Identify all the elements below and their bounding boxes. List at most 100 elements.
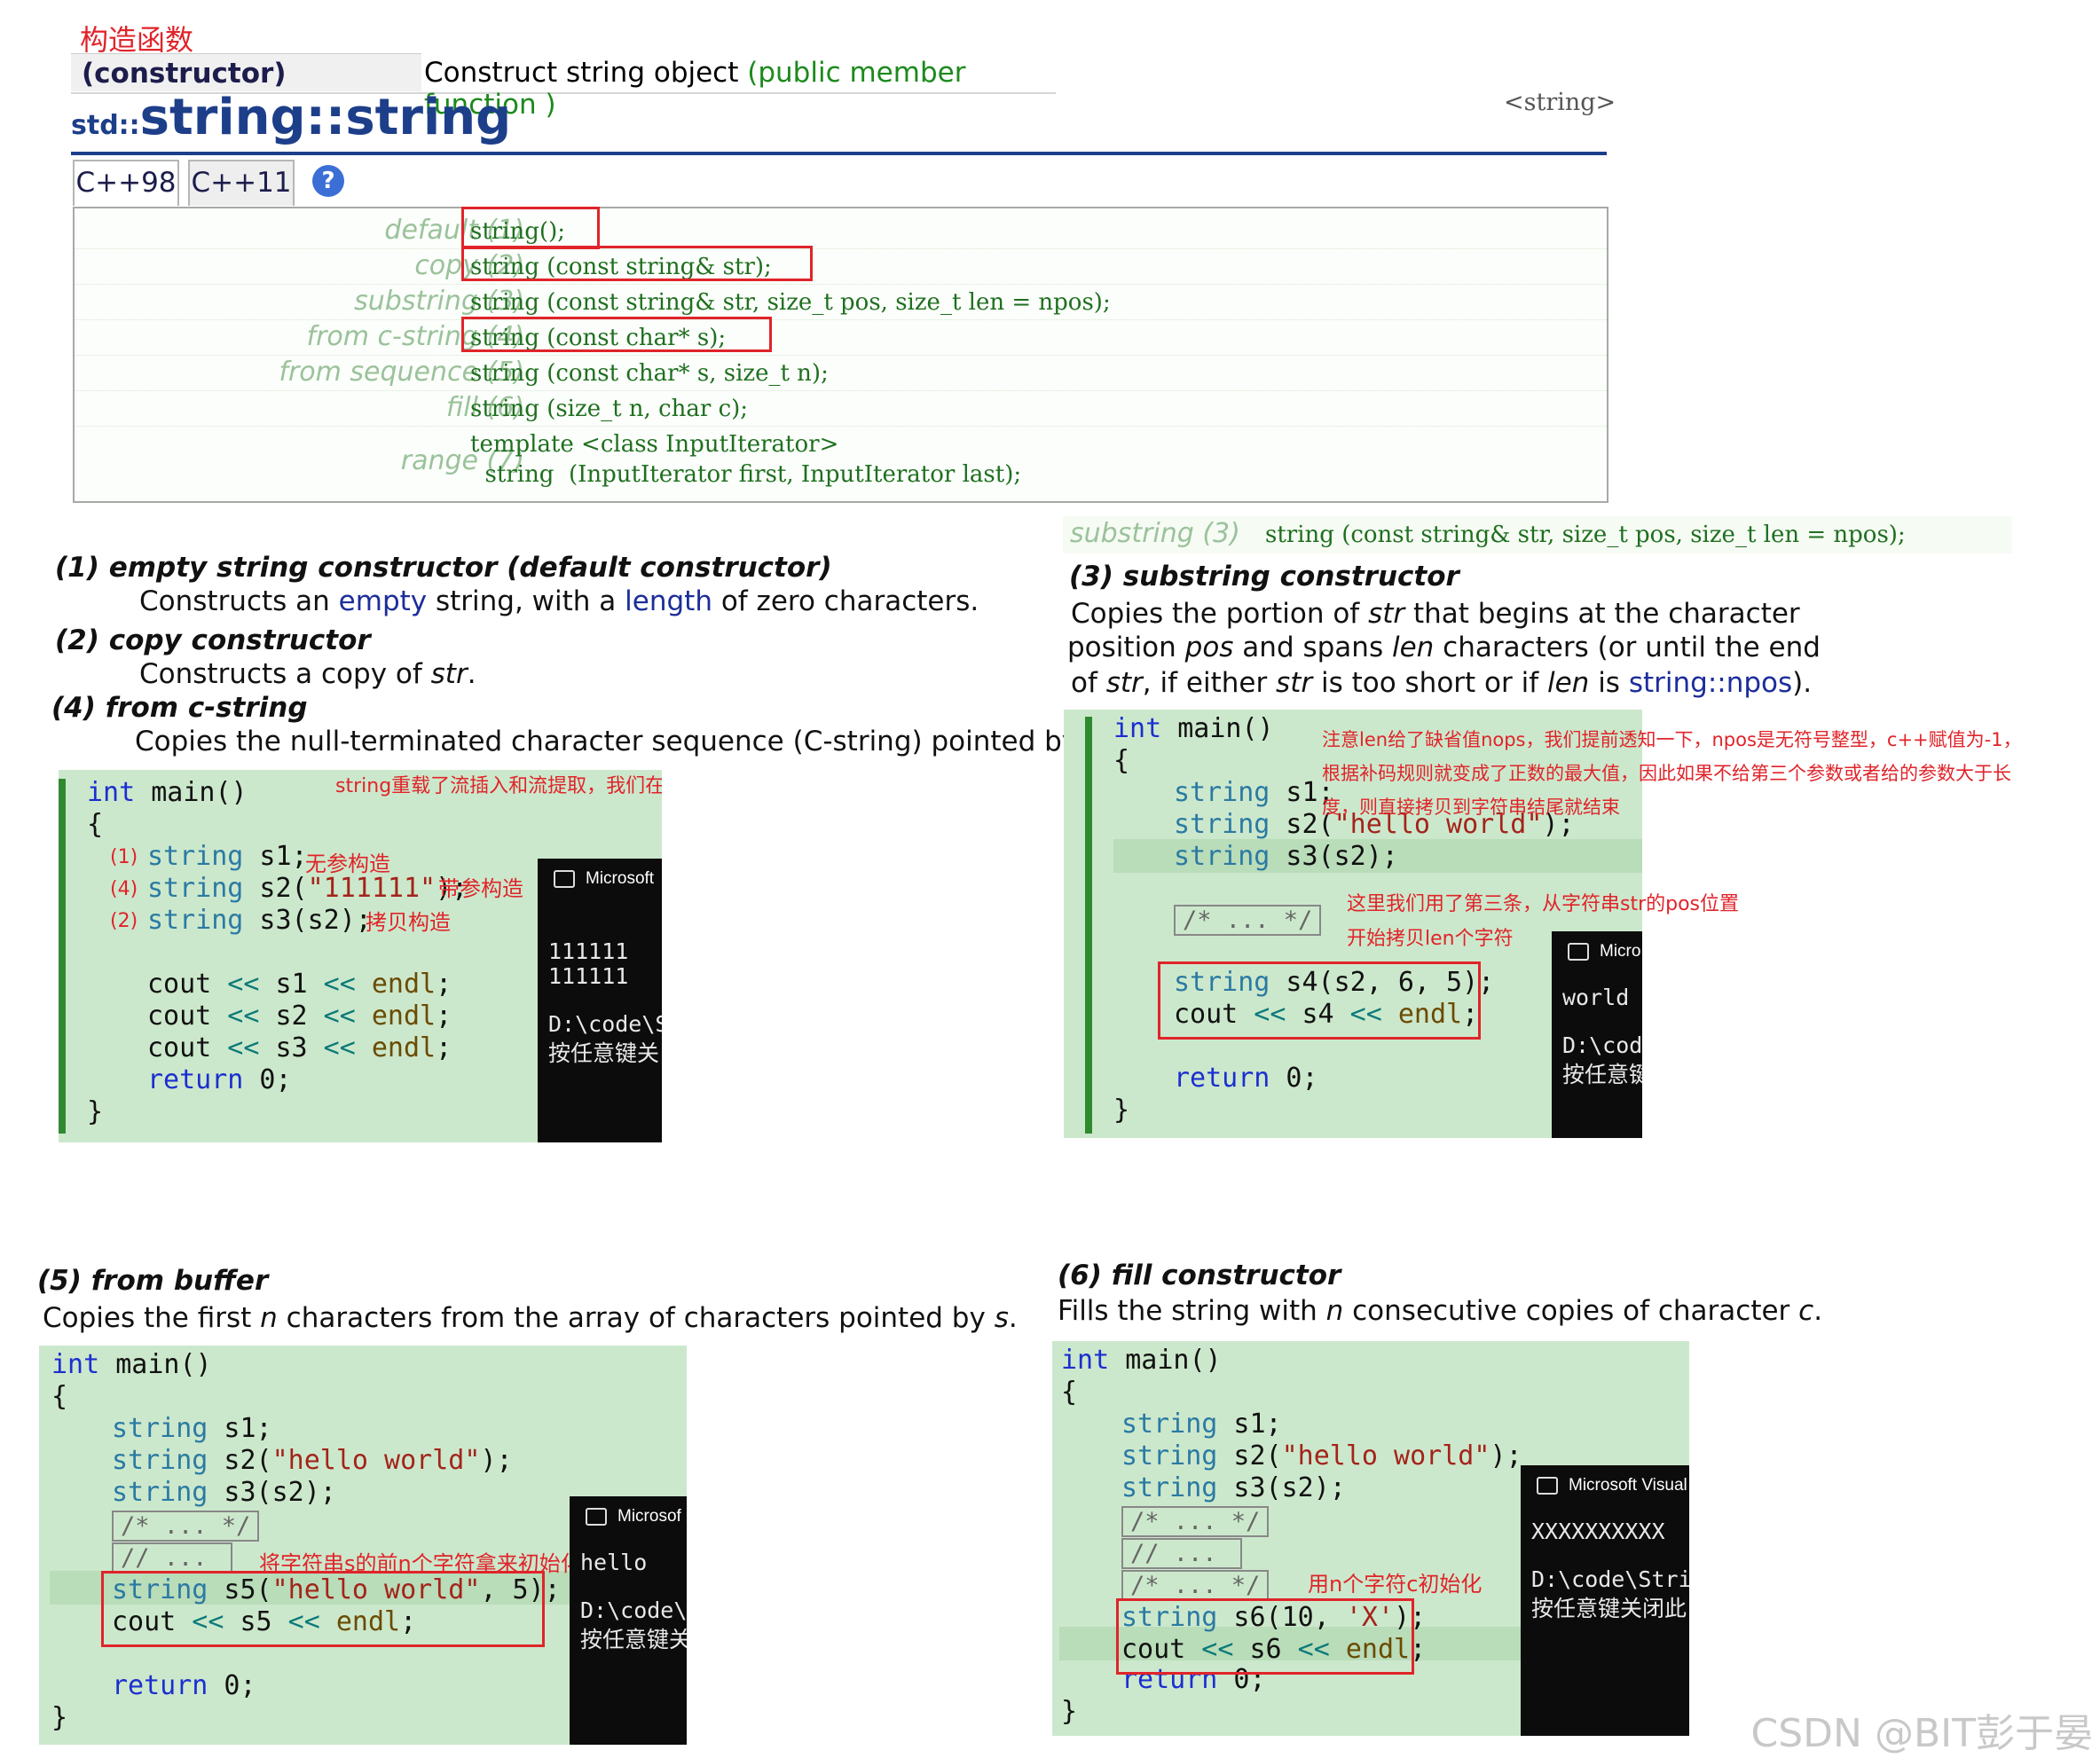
text: Copies the portion of [1071,598,1369,630]
code-line: string s2("hello world"); [112,1445,513,1476]
console-line: XXXXXXXXXX [1531,1519,1665,1544]
text: . [467,658,476,690]
prototype-label: substring (3) [1070,518,1240,549]
prototype-code: template <class InputIterator> [470,431,839,458]
kind-label: (constructor) [82,58,287,90]
title-divider [71,152,1607,155]
prototype-row: from c-string (4) string (const char* s)… [75,319,1607,356]
console-line: hello [580,1550,648,1575]
param-name: n [1325,1295,1344,1327]
heading-fill-ctor: (6) fill constructor [1058,1260,1341,1291]
annotation-note: 度，则直接拷贝到字符串结尾就结束 [1322,797,1620,818]
console-line: 按任意键关 [548,1040,660,1066]
empty-link[interactable]: empty [339,585,427,617]
console-line: world [1562,985,1630,1010]
text: that begins at the character [1404,598,1800,630]
code-line: string s2("111111"); [147,873,468,904]
console-window[interactable]: Micro world D:\code 按任意键 [1552,931,1642,1138]
text: . [1813,1295,1823,1327]
code-line: cout << s3 << endl; [147,1032,452,1063]
code-line: string s1; [147,841,308,872]
collapsed-comment[interactable]: // ... [1121,1538,1242,1569]
annotation-note: 这里我们用了第三条，从字符串str的pos位置 [1347,893,1740,915]
prototype-code: string (const string& str, size_t pos, s… [1265,522,1906,548]
highlight-box [461,207,600,249]
param-name: s [994,1302,1009,1334]
collapsed-comment[interactable]: /* ... */ [1121,1506,1270,1537]
param-name: str [1105,667,1143,699]
collapsed-comment[interactable]: /* ... */ [1174,905,1322,936]
prototype-row: copy (2) string (const string& str); [75,248,1607,285]
namespace-label: std:: [71,110,140,141]
highlight-box [461,317,772,352]
console-window[interactable]: Microsof hello D:\code\S 按任意键关 [570,1496,687,1745]
watermark: CSDN @BIT彭于晏 [1750,1711,2093,1756]
prototype-table: default (1) string(); copy (2) string (c… [73,207,1608,503]
code-line: string s3(s2); [1174,841,1398,872]
length-link[interactable]: length [625,585,712,617]
text: Fills the string with [1058,1295,1326,1327]
console-icon [1537,1476,1558,1495]
console-line: 按任意键关闭此 [1531,1596,1687,1621]
collapsed-comment[interactable]: /* ... */ [112,1511,260,1542]
code-line: string s3(s2); [1121,1472,1346,1503]
annotation-note: string重载了流插入和流提取，我们在后面进行学习 [335,775,662,797]
text: Constructs an [139,585,339,617]
text: string, with a [427,585,625,617]
highlight-box [1158,961,1481,1040]
para-substring-line2: position pos and spans len characters (o… [1067,632,1821,663]
text: Constructs a copy of [139,658,431,690]
para-substring-line1: Copies the portion of str that begins at… [1071,598,1800,630]
tab-cpp11[interactable]: C++11 [188,160,295,206]
annotation-tag: (2) [110,910,138,932]
annotation-note: 根据补码规则就变成了正数的最大值，因此如果不给第三个参数或者给的参数大于长 [1322,763,2011,784]
heading-default-ctor: (1) empty string constructor (default co… [55,552,832,584]
prototype-row: from sequence (5) string (const char* s,… [75,355,1607,391]
annotation-note: 无参构造 [305,852,390,876]
tab-cpp98[interactable]: C++98 [73,160,179,206]
npos-link[interactable]: string::npos [1629,667,1792,699]
console-window[interactable]: Microsoft 111111 111111 D:\code\St 按任意键关 [538,859,662,1142]
para-cstring-ctor: Copies the null-terminated character seq… [135,726,1110,757]
annotation-note: 拷贝构造 [366,910,451,935]
gutter-bar [59,779,66,1134]
prototype-code: string (const string& str, size_t pos, s… [470,289,1111,316]
para-copy-ctor: Constructs a copy of str. [139,658,476,690]
console-line: D:\code [1562,1032,1642,1058]
code-line: cout << s2 << endl; [147,1001,452,1032]
para-fill-ctor: Fills the string with n consecutive copi… [1058,1295,1822,1327]
console-icon [586,1507,607,1526]
code-line: { [1061,1377,1078,1408]
header-file-tag[interactable]: <string> [1504,89,1616,116]
collapsed-comment[interactable]: // ... [112,1542,232,1574]
code-line: int main() [1113,713,1274,744]
annotation-note: 将字符串s的前n个字符拿来初始化 [259,1551,582,1576]
param-name: c [1798,1295,1814,1327]
code-panel-6: int main() { string s1; string s2("hello… [1052,1341,1689,1736]
text: is too short or if [1312,667,1547,699]
annotation-tag: (4) [110,878,138,900]
code-line: } [87,1096,104,1127]
text: characters from the array of characters … [277,1302,995,1334]
highlight-box [461,246,813,281]
param-name: str [1368,598,1405,630]
console-window[interactable]: Microsoft Visual XXXXXXXXXX D:\code\Stri… [1521,1465,1689,1736]
text: and spans [1233,632,1392,663]
code-line: } [51,1702,68,1733]
text: , if either [1142,667,1277,699]
substring-prototype-strip: substring (3) string (const string& str,… [1063,516,2012,553]
code-line: return 0; [112,1670,256,1701]
text: Copies the null-terminated character seq… [135,726,1087,757]
text: of zero characters. [712,585,979,617]
code-line: int main() [51,1349,212,1380]
code-line: return 0; [147,1064,292,1095]
gutter-bar [1085,717,1092,1134]
collapsed-comment[interactable]: /* ... */ [1121,1570,1270,1601]
text: Copies the first [43,1302,261,1334]
prototype-row: default (1) string(); [75,213,1607,249]
code-panel-1: int main() { string s1; string s2("11111… [59,770,662,1142]
annotation-note: 用n个字符c初始化 [1308,1572,1483,1597]
prototype-row: substring (3) string (const string& str,… [75,284,1607,320]
code-line: string s1; [112,1413,272,1444]
help-icon[interactable]: ? [312,165,344,197]
